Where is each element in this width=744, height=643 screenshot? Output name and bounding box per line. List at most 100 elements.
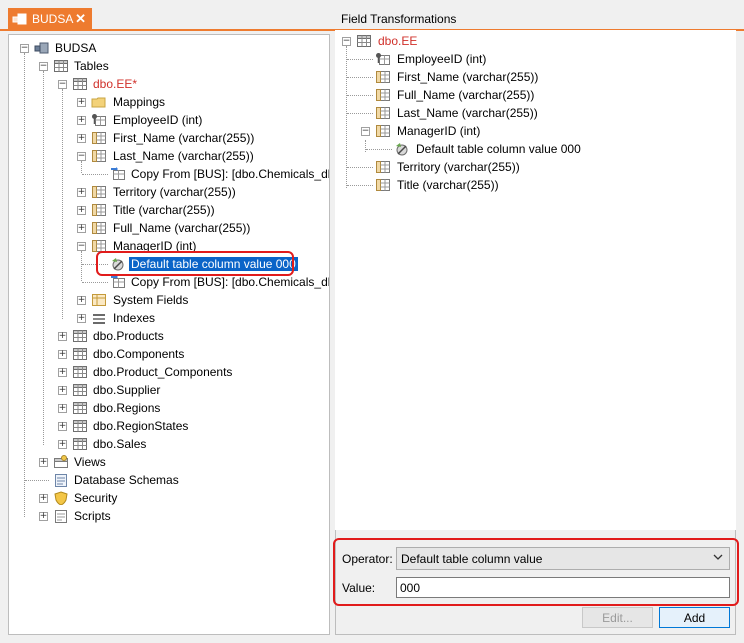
table-icon [73, 366, 87, 378]
transformation-icon [395, 142, 408, 156]
expand-toggle[interactable]: + [39, 512, 48, 521]
views-icon [54, 455, 68, 468]
tree-node-table[interactable]: dbo.Regions [93, 401, 160, 415]
field-icon [376, 71, 390, 83]
tree-node-first-name[interactable]: First_Name (varchar(255)) [113, 131, 254, 145]
expand-toggle[interactable]: + [58, 404, 67, 413]
tree-node-full-name[interactable]: Full_Name (varchar(255)) [113, 221, 250, 235]
tree-node-territory[interactable]: Territory (varchar(255)) [113, 185, 236, 199]
edit-button[interactable]: Edit... [582, 607, 653, 628]
expand-toggle[interactable]: + [58, 350, 67, 359]
script-icon [55, 510, 67, 523]
add-button[interactable]: Add [659, 607, 730, 628]
project-tree-panel: − BUDSA − Tables − dbo.EE* + Mappings + … [8, 34, 330, 635]
expand-toggle[interactable]: + [39, 458, 48, 467]
expand-toggle[interactable]: + [77, 224, 86, 233]
expand-toggle[interactable]: + [77, 116, 86, 125]
collapse-toggle[interactable]: − [342, 37, 351, 46]
database-icon [12, 13, 27, 24]
ft-node-employeeid[interactable]: EmployeeID (int) [397, 52, 486, 66]
database-icon [34, 42, 49, 54]
tree-node-dbo-ee[interactable]: dbo.EE* [93, 77, 137, 91]
table-icon [73, 78, 87, 90]
ft-node-default-value[interactable]: Default table column value 000 [416, 142, 581, 156]
key-field-icon [375, 52, 391, 66]
tree-node-table[interactable]: dbo.Product_Components [93, 365, 232, 379]
copy-from-icon [110, 275, 125, 288]
expand-toggle[interactable]: + [39, 494, 48, 503]
table-icon [73, 420, 87, 432]
index-icon [93, 314, 105, 324]
tree-node-table[interactable]: dbo.Supplier [93, 383, 160, 397]
tree-node-copy-from[interactable]: Copy From [BUS]: [dbo.Chemicals_dbo_E [131, 275, 329, 289]
expand-toggle[interactable]: + [77, 98, 86, 107]
field-icon [376, 107, 390, 119]
schema-icon [55, 474, 67, 487]
table-icon [73, 330, 87, 342]
tree-node-tables[interactable]: Tables [74, 59, 109, 73]
close-icon[interactable]: ✕ [75, 11, 86, 27]
expand-toggle[interactable]: + [58, 422, 67, 431]
highlight-selected-node [96, 251, 294, 276]
ft-node-first-name[interactable]: First_Name (varchar(255)) [397, 70, 538, 84]
tab-label: BUDSA [32, 11, 74, 26]
tree-node-copy-from[interactable]: Copy From [BUS]: [dbo.Chemicals_dbo_E [131, 167, 329, 181]
collapse-toggle[interactable]: − [39, 62, 48, 71]
collapse-toggle[interactable]: − [77, 152, 86, 161]
system-fields-icon [92, 294, 106, 306]
expand-toggle[interactable]: + [58, 368, 67, 377]
tree-node-database-schemas[interactable]: Database Schemas [74, 473, 179, 487]
collapse-toggle[interactable]: − [361, 127, 370, 136]
expand-toggle[interactable]: + [77, 206, 86, 215]
tree-node-title[interactable]: Title (varchar(255)) [113, 203, 215, 217]
ft-node-title[interactable]: Title (varchar(255)) [397, 178, 499, 192]
tree-node-mappings[interactable]: Mappings [113, 95, 165, 109]
expand-toggle[interactable]: + [77, 188, 86, 197]
copy-from-icon [110, 167, 125, 180]
tree-node-table[interactable]: dbo.Sales [93, 437, 146, 451]
tree-node-employeeid[interactable]: EmployeeID (int) [113, 113, 202, 127]
field-icon [92, 186, 106, 198]
tree-node-security[interactable]: Security [74, 491, 117, 505]
ft-node-dbo-ee[interactable]: dbo.EE [378, 34, 417, 48]
field-icon [376, 89, 390, 101]
expand-toggle[interactable]: + [77, 296, 86, 305]
ft-node-territory[interactable]: Territory (varchar(255)) [397, 160, 520, 174]
expand-toggle[interactable]: + [58, 440, 67, 449]
collapse-toggle[interactable]: − [77, 242, 86, 251]
table-folder-icon [54, 60, 68, 72]
collapse-toggle[interactable]: − [20, 44, 29, 53]
collapse-toggle[interactable]: − [58, 80, 67, 89]
tree-node-views[interactable]: Views [74, 455, 106, 469]
table-icon [73, 402, 87, 414]
table-icon [73, 348, 87, 360]
shield-icon [54, 491, 68, 505]
tab-budsa[interactable]: BUDSA ✕ [8, 8, 92, 29]
ft-node-managerid[interactable]: ManagerID (int) [397, 124, 480, 138]
field-transformations-tree: − dbo.EE EmployeeID (int) First_Name (va… [335, 30, 736, 530]
key-field-icon [91, 113, 107, 127]
expand-toggle[interactable]: + [77, 134, 86, 143]
expand-toggle[interactable]: + [77, 314, 86, 323]
field-icon [92, 132, 106, 144]
field-icon [376, 125, 390, 137]
field-icon [92, 204, 106, 216]
tree-node-system-fields[interactable]: System Fields [113, 293, 188, 307]
table-icon [73, 384, 87, 396]
tree-node-scripts[interactable]: Scripts [74, 509, 111, 523]
tree-node-table[interactable]: dbo.Products [93, 329, 164, 343]
tree-node-budsa[interactable]: BUDSA [55, 41, 96, 55]
tree-node-table[interactable]: dbo.Components [93, 347, 184, 361]
table-icon [357, 35, 371, 47]
tree-node-indexes[interactable]: Indexes [113, 311, 155, 325]
expand-toggle[interactable]: + [58, 332, 67, 341]
field-icon [376, 161, 390, 173]
ft-node-full-name[interactable]: Full_Name (varchar(255)) [397, 88, 534, 102]
tree-node-table[interactable]: dbo.RegionStates [93, 419, 188, 433]
tree-node-last-name[interactable]: Last_Name (varchar(255)) [113, 149, 254, 163]
field-transformations-title: Field Transformations [341, 12, 457, 26]
expand-toggle[interactable]: + [58, 386, 67, 395]
table-icon [73, 438, 87, 450]
field-icon [92, 222, 106, 234]
ft-node-last-name[interactable]: Last_Name (varchar(255)) [397, 106, 538, 120]
